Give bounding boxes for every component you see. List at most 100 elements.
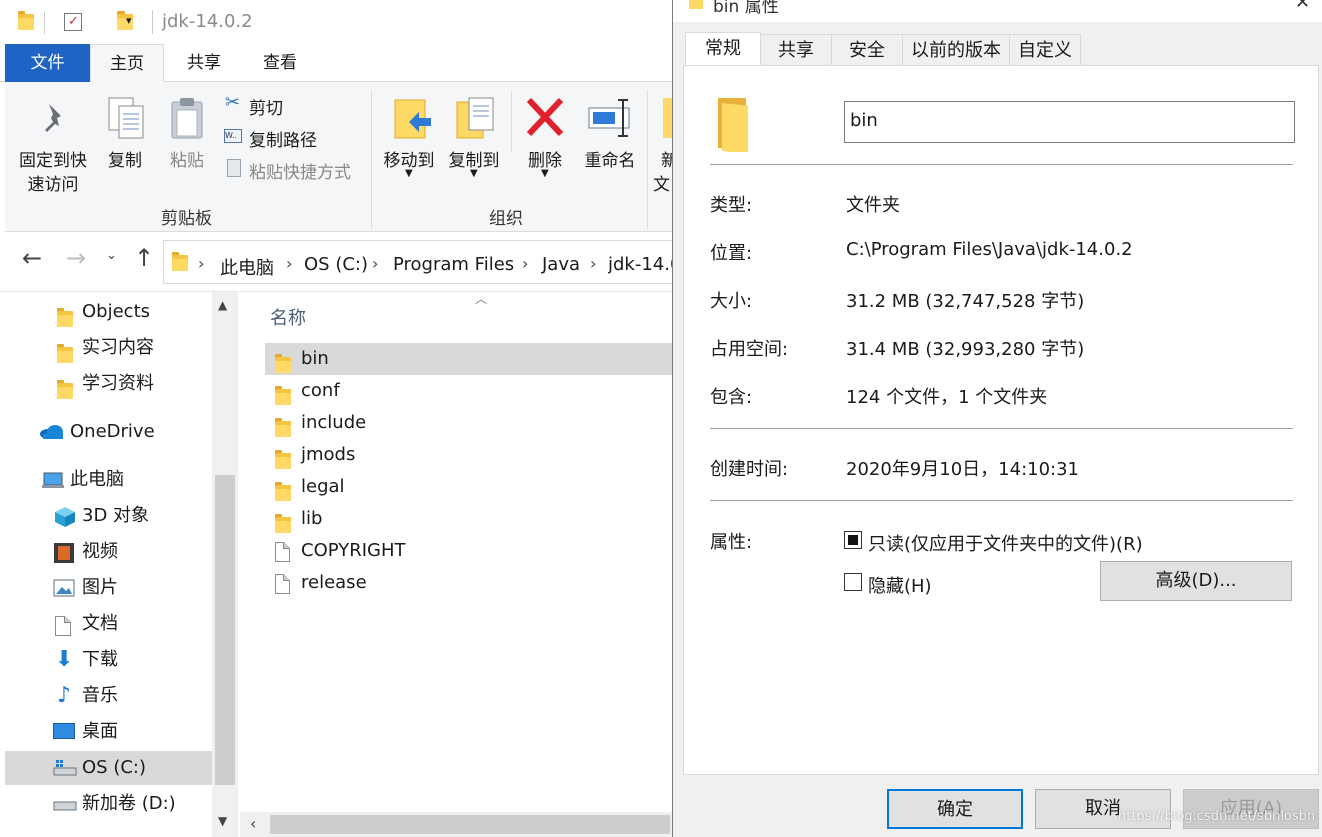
- nav-scroll-thumb[interactable]: [215, 475, 235, 785]
- folder-icon: [275, 514, 291, 533]
- tab-home[interactable]: 主页: [90, 44, 164, 83]
- file-explorer-window: ✓ ▾ jdk-14.0.2 文件 主页 共享 查看 固定到快 速访问 复制 粘…: [0, 0, 672, 837]
- horizontal-scrollbar[interactable]: ‹: [240, 812, 672, 837]
- ok-button[interactable]: 确定: [887, 789, 1023, 829]
- column-header-name[interactable]: 名称: [270, 304, 306, 330]
- nav-label: 实习内容: [82, 337, 154, 358]
- tab-general[interactable]: 常规: [685, 32, 761, 66]
- clipboard-group-label: 剪贴板: [161, 209, 212, 229]
- pin-to-quick-access-button[interactable]: 固定到快 速访问: [13, 92, 93, 197]
- new-folder-button[interactable]: 新 文: [653, 92, 672, 192]
- nav-item-music[interactable]: ♪ 音乐: [5, 679, 212, 713]
- breadcrumb-program-files[interactable]: Program Files: [393, 254, 514, 275]
- breadcrumb-this-pc[interactable]: 此电脑: [220, 254, 274, 280]
- breadcrumb-jdk[interactable]: jdk-14.0.2: [608, 254, 672, 275]
- folder-name-input[interactable]: bin: [844, 101, 1295, 143]
- quick-access-dropdown-icon[interactable]: ▾: [126, 14, 132, 27]
- nav-item-this-pc[interactable]: 此电脑: [5, 463, 212, 497]
- paste-icon: [171, 98, 203, 139]
- tab-customize[interactable]: 自定义: [1009, 34, 1081, 66]
- file-row-lib[interactable]: lib: [265, 503, 672, 535]
- move-to-button[interactable]: 移动到 ▼: [377, 92, 441, 192]
- file-row-legal[interactable]: legal: [265, 471, 672, 503]
- properties-check-icon[interactable]: ✓: [64, 13, 82, 31]
- file-row-copyright[interactable]: COPYRIGHT: [265, 535, 672, 567]
- readonly-checkbox[interactable]: [844, 531, 862, 549]
- close-icon[interactable]: ✕: [1295, 0, 1310, 13]
- cloud-icon: [40, 425, 63, 439]
- ribbon-tab-bar: 文件 主页 共享 查看: [0, 44, 672, 83]
- scroll-up-icon[interactable]: ▲: [218, 298, 227, 312]
- breadcrumb-chevron-icon[interactable]: ›: [522, 254, 528, 273]
- dialog-title: bin 属性: [713, 0, 779, 17]
- nav-item-internship[interactable]: 实习内容: [5, 331, 212, 365]
- copy-to-button[interactable]: 复制到 ▼: [441, 92, 507, 192]
- nav-label: OneDrive: [70, 421, 155, 442]
- address-bar-row: ← → ⌄ ↑ › 此电脑 › OS (C:) › Program Files …: [0, 232, 672, 292]
- hidden-checkbox-row[interactable]: 隐藏(H): [844, 570, 964, 597]
- tab-view[interactable]: 查看: [246, 44, 314, 82]
- advanced-button[interactable]: 高级(D)...: [1100, 561, 1292, 601]
- nav-item-os-c[interactable]: OS (C:): [5, 751, 212, 785]
- delete-x-icon: [526, 97, 564, 137]
- paste-button[interactable]: 粘贴: [157, 92, 217, 182]
- watermark-text: https://blog.csdn.net/sbhlosbn: [1118, 809, 1316, 824]
- address-box[interactable]: › 此电脑 › OS (C:) › Program Files › Java ›…: [163, 240, 672, 284]
- breadcrumb-chevron-icon[interactable]: ›: [372, 254, 378, 273]
- file-name: release: [301, 572, 367, 593]
- nav-item-3d-objects[interactable]: 3D 对象: [5, 499, 212, 533]
- nav-item-onedrive[interactable]: OneDrive: [5, 415, 212, 449]
- breadcrumb-chevron-icon[interactable]: ›: [590, 254, 596, 273]
- nav-item-videos[interactable]: 视频: [5, 535, 212, 569]
- horizontal-scroll-thumb[interactable]: [270, 815, 670, 834]
- attributes-key: 属性:: [710, 532, 753, 553]
- up-arrow-icon[interactable]: ↑: [134, 244, 154, 272]
- nav-label: OS (C:): [82, 757, 146, 778]
- size-on-disk-key: 占用空间:: [710, 339, 789, 360]
- nav-item-d-drive[interactable]: 新加卷 (D:): [5, 787, 212, 821]
- scroll-left-icon[interactable]: ‹: [250, 814, 256, 833]
- cut-button[interactable]: ✂ 剪切: [221, 92, 371, 119]
- tab-sharing[interactable]: 共享: [760, 34, 832, 66]
- nav-item-objects[interactable]: Objects: [5, 295, 212, 329]
- tab-previous-versions[interactable]: 以前的版本: [902, 34, 1010, 66]
- breadcrumb-chevron-icon[interactable]: ›: [198, 254, 204, 273]
- rename-button[interactable]: 重命名: [575, 92, 645, 192]
- tab-security[interactable]: 安全: [831, 34, 903, 66]
- folder-icon: [18, 11, 34, 30]
- location-value: C:\Program Files\Java\jdk-14.0.2: [846, 239, 1133, 260]
- copy-button[interactable]: 复制: [97, 92, 153, 182]
- nav-item-documents[interactable]: 文档: [5, 607, 212, 641]
- pin-label-line2: 速访问: [27, 175, 79, 195]
- tab-share[interactable]: 共享: [170, 44, 238, 82]
- file-row-conf[interactable]: conf: [265, 375, 672, 407]
- delete-button[interactable]: 删除 ▼: [517, 92, 573, 192]
- tab-file[interactable]: 文件: [5, 44, 90, 82]
- folder-icon: [275, 418, 291, 437]
- file-row-jmods[interactable]: jmods: [265, 439, 672, 471]
- breadcrumb-chevron-icon[interactable]: ›: [286, 254, 292, 273]
- hidden-checkbox[interactable]: [844, 573, 862, 591]
- nav-scrollbar[interactable]: ▲ ▼: [212, 292, 238, 837]
- recent-locations-chevron-icon[interactable]: ⌄: [106, 248, 117, 263]
- nav-item-pictures[interactable]: 图片: [5, 571, 212, 605]
- breadcrumb-os-c[interactable]: OS (C:): [304, 254, 368, 275]
- back-arrow-icon[interactable]: ←: [22, 244, 42, 272]
- move-to-icon: [394, 99, 431, 139]
- forward-arrow-icon[interactable]: →: [66, 244, 86, 272]
- scroll-down-icon[interactable]: ▼: [218, 814, 227, 828]
- nav-item-study[interactable]: 学习资料: [5, 367, 212, 401]
- paste-shortcut-button[interactable]: 粘贴快捷方式: [221, 156, 381, 183]
- readonly-checkbox-row[interactable]: 只读(仅应用于文件夹中的文件)(R): [844, 528, 1174, 555]
- divider: [710, 164, 1293, 165]
- file-row-include[interactable]: include: [265, 407, 672, 439]
- nav-item-downloads[interactable]: ⬇ 下载: [5, 643, 212, 677]
- folder-icon: [275, 386, 291, 405]
- copy-path-button[interactable]: W.. 复制路径: [221, 124, 371, 151]
- breadcrumb-java[interactable]: Java: [542, 254, 580, 275]
- file-row-bin[interactable]: bin: [265, 343, 672, 375]
- chevron-down-icon: ▼: [541, 168, 549, 179]
- file-row-release[interactable]: release: [265, 567, 672, 599]
- rename-icon: [588, 99, 630, 137]
- nav-item-desktop[interactable]: 桌面: [5, 715, 212, 749]
